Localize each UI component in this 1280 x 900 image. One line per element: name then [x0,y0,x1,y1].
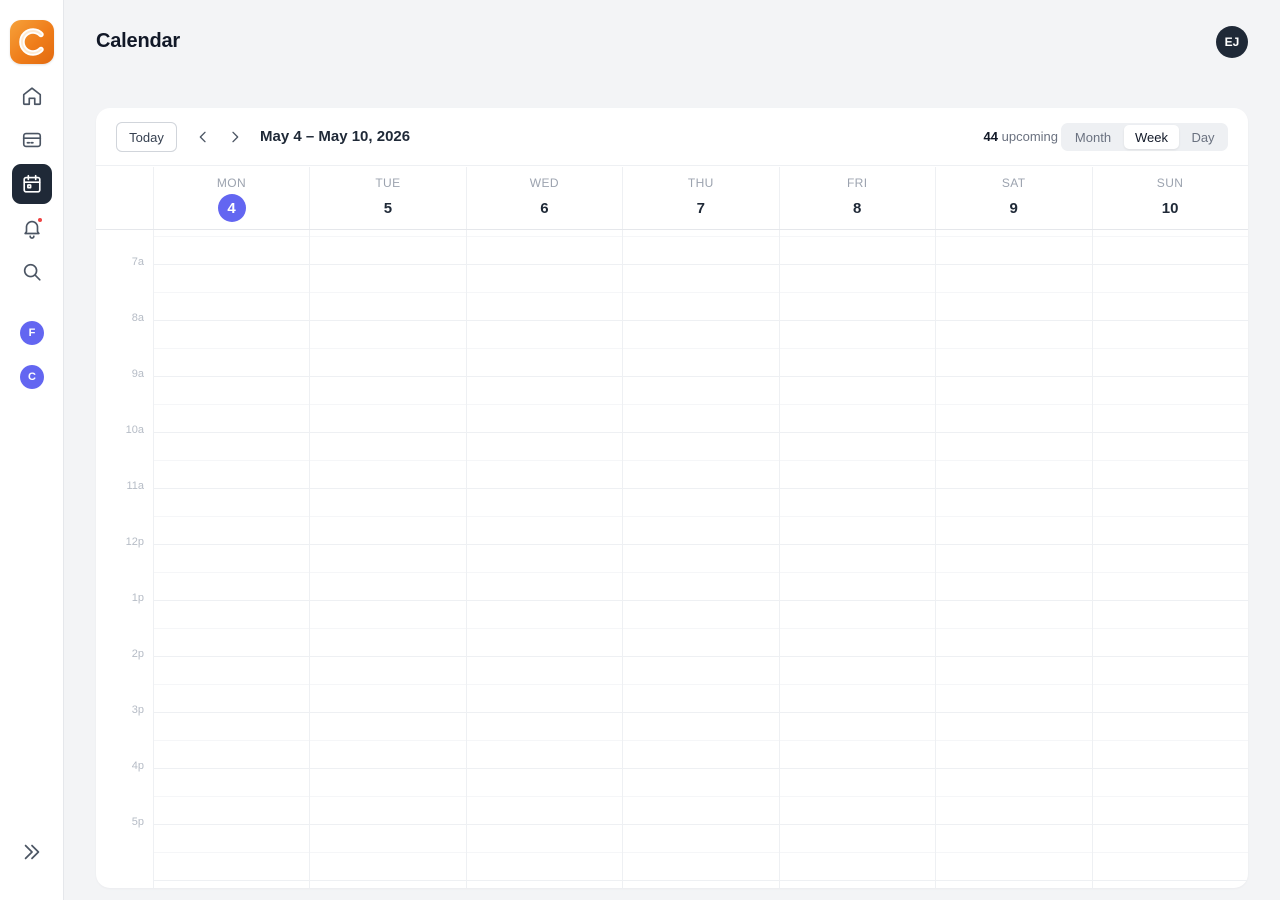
card-icon [22,132,42,148]
hour-line [153,824,1248,825]
week-grid[interactable]: 6a7a8a9a10a11a12p1p2p3p4p5p [96,230,1248,888]
view-month[interactable]: Month [1065,125,1121,149]
page-title: Calendar [96,30,180,52]
view-day[interactable]: Day [1181,125,1225,149]
hour-line [153,488,1248,489]
day-number: 6 [540,199,549,217]
time-label: 3p [131,704,144,716]
half-hour-line [153,348,1248,349]
half-hour-line [153,684,1248,685]
app-logo[interactable] [10,20,54,64]
date-range: May 4 – May 10, 2026 [260,128,411,145]
half-hour-line [153,572,1248,573]
time-label: 11a [126,480,144,492]
hour-line [153,656,1248,657]
nav-search[interactable] [12,252,52,292]
calendar-card: Today May 4 – May 10, 2026 44 upcoming M… [96,108,1248,888]
day-header-sat[interactable]: SAT 9 [935,167,1091,230]
day-column-divider [1091,230,1093,888]
time-label: 10a [125,424,144,436]
half-hour-line [153,292,1248,293]
time-label: 12p [125,536,144,548]
half-hour-line [153,404,1248,405]
day-name: MON [216,176,247,190]
nav-card[interactable] [12,120,52,160]
home-icon [22,87,42,106]
hour-line [153,880,1248,881]
day-header-wed[interactable]: WED 6 [465,167,622,230]
user-avatar[interactable]: EJ [1216,26,1248,58]
hour-line [153,320,1248,321]
hour-line [153,544,1248,545]
workspace-c[interactable]: C [20,365,44,389]
time-label: 2p [131,648,144,660]
day-name: THU [687,176,714,190]
next-week-button[interactable] [223,125,247,149]
upcoming-count: 44 upcoming [984,129,1058,144]
day-number: 10 [1161,199,1179,217]
hour-line [153,712,1248,713]
today-button[interactable]: Today [116,122,177,152]
prev-week-button[interactable] [191,125,215,149]
notification-badge [37,217,43,223]
time-label: 7a [131,256,144,268]
half-hour-line [153,236,1248,237]
day-header-fri[interactable]: FRI 8 [778,167,935,230]
hour-line [153,600,1248,601]
day-name: TUE [375,176,401,190]
nav-calendar[interactable] [12,164,52,204]
day-number: 8 [853,199,862,217]
calendar-icon [23,174,41,193]
day-column-divider [309,230,311,888]
chevron-left-icon [199,131,206,143]
day-name: SAT [1001,176,1026,190]
day-header-thu[interactable]: THU 7 [622,167,778,230]
day-number: 7 [696,199,705,217]
day-header-mon[interactable]: MON 4 [153,167,309,230]
view-week[interactable]: Week [1124,125,1179,149]
half-hour-line [153,852,1248,853]
half-hour-line [153,460,1248,461]
upcoming-number: 44 [983,129,998,144]
half-hour-line [153,796,1248,797]
time-label: 8a [131,312,144,324]
hour-line [153,432,1248,433]
half-hour-line [153,740,1248,741]
nav-notifications[interactable] [12,208,52,248]
time-label: 9a [131,368,144,380]
day-number: 5 [383,199,393,217]
chevrons-right-icon [24,844,40,860]
hour-line [153,768,1248,769]
day-column-divider [778,230,780,888]
hour-line [153,376,1248,377]
half-hour-line [153,516,1248,517]
day-header-sun[interactable]: SUN 10 [1091,167,1248,230]
day-number: 9 [1009,199,1018,217]
day-column-divider [622,230,624,888]
chevron-right-icon [232,131,239,143]
day-name: WED [529,176,559,190]
day-header-tue[interactable]: TUE 5 [309,167,465,230]
search-icon [23,263,41,281]
logo-c-icon [19,28,44,56]
half-hour-line [153,628,1248,629]
workspace-f[interactable]: F [20,321,44,345]
day-column-divider [935,230,937,888]
sidebar-collapse-button[interactable] [20,840,44,864]
upcoming-label: upcoming [1001,129,1058,144]
sidebar: F C [0,0,64,900]
calendar-toolbar: Today May 4 – May 10, 2026 44 upcoming M… [96,108,1248,166]
time-label: 4p [131,760,144,772]
hour-line [153,264,1248,265]
nav-home[interactable] [12,76,52,116]
day-name: SUN [1156,176,1184,190]
time-label: 1p [131,592,144,604]
day-column-divider [465,230,467,888]
time-gutter-header [96,167,153,230]
time-label: 5p [131,816,144,828]
today-date-badge: 4 [217,194,246,222]
view-switcher: Month Week Day [1061,123,1228,151]
day-column-divider [153,230,154,888]
day-name: FRI [846,176,868,190]
